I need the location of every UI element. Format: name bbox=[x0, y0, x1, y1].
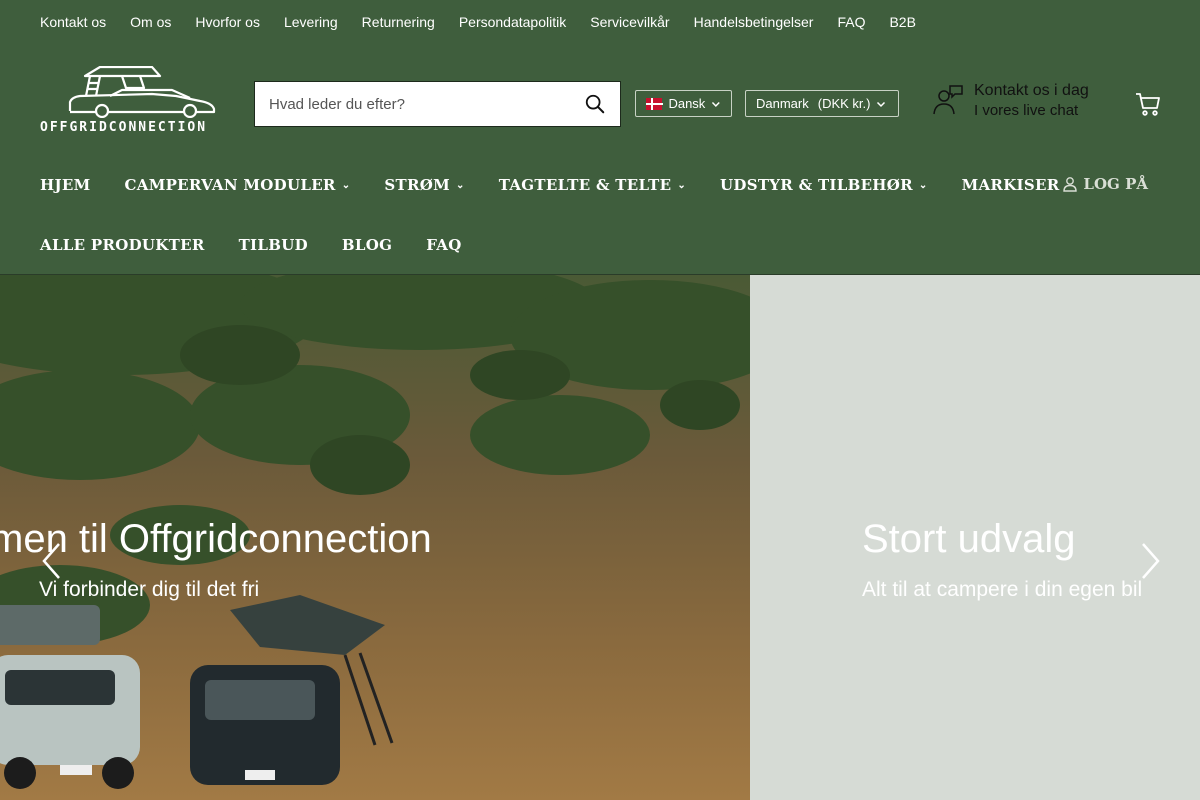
nav-label: BLOG bbox=[341, 236, 393, 254]
nav-item-markiser[interactable]: MARKISER bbox=[962, 176, 1060, 194]
nav-item-campervan-moduler[interactable]: CAMPERVAN MODULER ⌄ bbox=[125, 176, 351, 194]
chevron-down-icon: ⌄ bbox=[918, 179, 928, 191]
main-nav-row-2: ALLE PRODUKTER TILBUD BLOG FAQ bbox=[0, 215, 1200, 275]
language-label: Dansk bbox=[668, 96, 706, 111]
search-bar bbox=[254, 81, 621, 127]
chevron-down-icon bbox=[877, 101, 886, 107]
search-input[interactable] bbox=[269, 95, 584, 113]
utility-link-kontakt[interactable]: Kontakt os bbox=[40, 14, 106, 30]
hero-slide-2[interactable]: Stort udvalg Alt til at campere i din eg… bbox=[750, 275, 1200, 800]
hero-title-1: men til Offgridconnection bbox=[0, 517, 432, 561]
language-selector[interactable]: Dansk bbox=[635, 90, 732, 117]
utility-link-persondatapolitik[interactable]: Persondatapolitik bbox=[459, 14, 566, 30]
nav-item-alle-produkter[interactable]: ALLE PRODUKTER bbox=[40, 236, 205, 254]
hero-subtitle-1: Vi forbinder dig til det fri bbox=[39, 578, 260, 601]
utility-link-handelsbetingelser[interactable]: Handelsbetingelser bbox=[694, 14, 814, 30]
nav-label: STRØM bbox=[384, 176, 451, 194]
chevron-down-icon bbox=[712, 101, 721, 107]
nav-item-faq[interactable]: FAQ bbox=[426, 236, 461, 254]
search-icon[interactable] bbox=[584, 93, 606, 115]
utility-link-faq[interactable]: FAQ bbox=[837, 14, 865, 30]
contact-subtitle: I vores live chat bbox=[974, 102, 1079, 119]
utility-link-om-os[interactable]: Om os bbox=[130, 14, 171, 30]
car-rooftent-logo-icon bbox=[68, 65, 216, 119]
contact-title: Kontakt os i dag bbox=[974, 82, 1089, 99]
contact-chat-link[interactable]: Kontakt os i dag I vores live chat bbox=[932, 82, 1089, 119]
login-link[interactable]: LOG PÅ bbox=[1063, 175, 1148, 193]
nav-label: HJEM bbox=[40, 176, 91, 194]
nav-item-hjem[interactable]: HJEM bbox=[40, 176, 91, 194]
hero-slide-1[interactable]: men til Offgridconnection Vi forbinder d… bbox=[0, 275, 750, 800]
chevron-down-icon: ⌄ bbox=[677, 179, 687, 191]
nav-item-udstyr[interactable]: UDSTYR & TILBEHØR ⌄ bbox=[720, 176, 928, 194]
cart-icon[interactable] bbox=[1134, 90, 1162, 118]
utility-link-hvorfor-os[interactable]: Hvorfor os bbox=[195, 14, 260, 30]
site-header: OFFGRIDCONNECTION Dansk Danmark (DKK kr.… bbox=[0, 44, 1200, 164]
nav-item-tilbud[interactable]: TILBUD bbox=[239, 236, 308, 254]
chevron-down-icon: ⌄ bbox=[456, 179, 465, 191]
main-nav-row-1: HJEM CAMPERVAN MODULER ⌄ STRØM ⌄ TAGTELTE … bbox=[0, 155, 1200, 215]
utility-link-servicevilkar[interactable]: Servicevilkår bbox=[590, 14, 669, 30]
utility-link-levering[interactable]: Levering bbox=[284, 14, 338, 30]
utility-link-b2b[interactable]: B2B bbox=[889, 14, 915, 30]
logo-text: OFFGRIDCONNECTION bbox=[40, 120, 208, 135]
currency-label: (DKK kr.) bbox=[817, 96, 871, 111]
site-logo[interactable]: OFFGRIDCONNECTION bbox=[40, 65, 230, 142]
chevron-down-icon: ⌄ bbox=[341, 179, 351, 191]
country-label: Danmark bbox=[756, 96, 809, 111]
nav-item-blog[interactable]: BLOG bbox=[342, 236, 392, 254]
nav-label: MARKISER bbox=[961, 176, 1060, 194]
utility-link-returnering[interactable]: Returnering bbox=[362, 14, 435, 30]
nav-label: ALLE PRODUKTER bbox=[40, 236, 205, 254]
chevron-left-icon[interactable] bbox=[40, 541, 64, 581]
user-icon bbox=[1063, 177, 1078, 192]
hero-title-2: Stort udvalg bbox=[862, 517, 1076, 561]
chevron-right-icon[interactable] bbox=[1138, 541, 1162, 581]
utility-nav: Kontakt os Om os Hvorfor os Levering Ret… bbox=[0, 0, 1200, 44]
nav-label: CAMPERVAN MODULER bbox=[124, 176, 336, 194]
nav-item-tagtelte[interactable]: TAGTELTE & TELTE ⌄ bbox=[499, 176, 686, 194]
hero-subtitle-2: Alt til at campere i din egen bil bbox=[862, 578, 1143, 601]
login-label: LOG PÅ bbox=[1083, 175, 1148, 193]
nav-label: TILBUD bbox=[238, 236, 308, 254]
nav-item-strom[interactable]: STRØM ⌄ bbox=[384, 176, 464, 194]
hero-slider: men til Offgridconnection Vi forbinder d… bbox=[0, 274, 1200, 800]
currency-selector[interactable]: Danmark (DKK kr.) bbox=[745, 90, 899, 117]
support-chat-icon bbox=[933, 84, 963, 114]
nav-label: UDSTYR & TILBEHØR bbox=[720, 176, 913, 194]
nav-label: TAGTELTE & TELTE bbox=[498, 176, 672, 194]
nav-label: FAQ bbox=[426, 236, 462, 254]
denmark-flag-icon bbox=[646, 97, 664, 110]
